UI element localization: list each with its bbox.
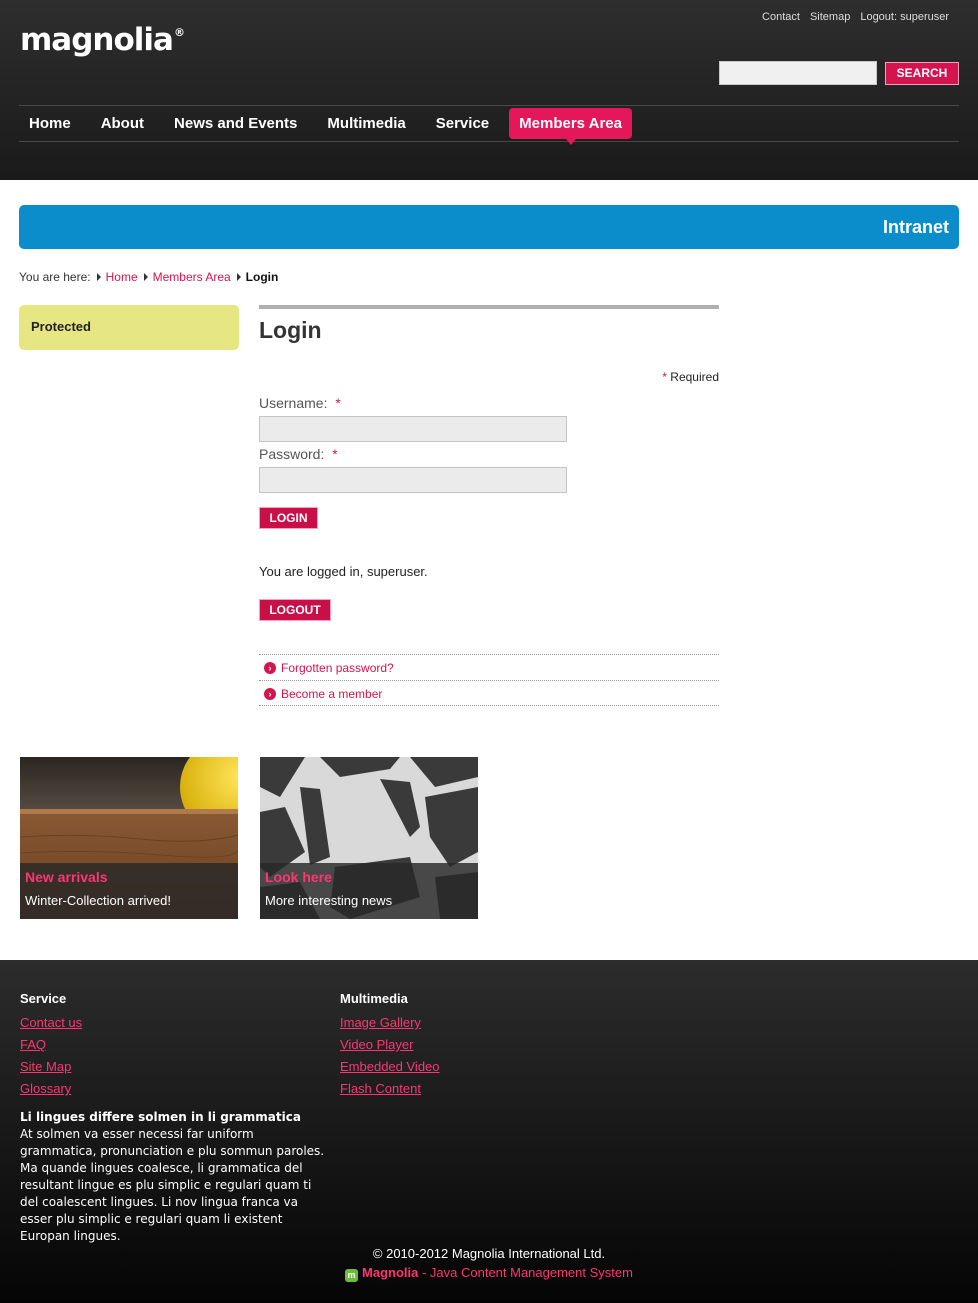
main-nav: Home About News and Events Multimedia Se… — [19, 105, 959, 145]
nav-item-service[interactable]: Service — [426, 108, 499, 139]
forgotten-password-link[interactable]: › Forgotten password? — [259, 654, 719, 680]
footer-link-video-player[interactable]: Video Player — [340, 1034, 440, 1056]
intranet-banner: Intranet — [19, 205, 959, 249]
meta-nav-contact[interactable]: Contact — [762, 11, 800, 23]
logo-registered-mark: ® — [173, 26, 185, 39]
footer-link-faq[interactable]: FAQ — [20, 1034, 82, 1056]
site-header: magnolia® Contact Sitemap Logout: superu… — [0, 0, 978, 180]
nav-item-about[interactable]: About — [91, 108, 154, 139]
logged-in-message: You are logged in, superuser. — [259, 564, 428, 579]
powered-brand: Magnolia — [362, 1265, 419, 1280]
protected-box: Protected — [19, 305, 239, 350]
teaser-title: Look here — [265, 869, 332, 885]
logo-text: magnolia — [20, 22, 174, 58]
nav-item-multimedia[interactable]: Multimedia — [317, 108, 415, 139]
teaser-new-arrivals[interactable]: New arrivals Winter-Collection arrived! — [20, 757, 238, 919]
required-note: * Required — [662, 370, 719, 384]
footer-link-flash-content[interactable]: Flash Content — [340, 1078, 440, 1100]
meta-nav-sitemap[interactable]: Sitemap — [810, 11, 850, 23]
teaser-caption: New arrivals Winter-Collection arrived! — [20, 863, 238, 919]
username-label-text: Username: — [259, 395, 328, 411]
copyright: © 2010-2012 Magnolia International Ltd. — [372, 1246, 606, 1261]
search-input[interactable] — [719, 61, 877, 85]
footer-link-glossary[interactable]: Glossary — [20, 1078, 82, 1100]
meta-nav: Contact Sitemap Logout: superuser — [762, 11, 949, 23]
footer-heading: Service — [20, 991, 67, 1006]
footer-link-embedded-video[interactable]: Embedded Video — [340, 1056, 440, 1078]
password-label-text: Password: — [259, 446, 325, 462]
breadcrumb: You are here: Home Members Area Login — [19, 270, 278, 284]
teaser-title: New arrivals — [25, 869, 108, 885]
teaser-caption: Look here More interesting news — [260, 863, 478, 919]
arrow-circle-icon: › — [264, 687, 276, 700]
breadcrumb-link-members-area[interactable]: Members Area — [153, 270, 231, 284]
footer-text-title: Li lingues differe solmen in li grammati… — [20, 1110, 301, 1124]
link-list-divider — [259, 705, 719, 706]
logout-button[interactable]: LOGOUT — [259, 599, 331, 621]
teaser-text: More interesting news — [265, 893, 393, 908]
teaser-look-here[interactable]: Look here More interesting news — [260, 757, 478, 919]
username-field[interactable] — [259, 416, 567, 442]
footer-link-site-map[interactable]: Site Map — [20, 1056, 82, 1078]
nav-item-members-area[interactable]: Members Area — [509, 108, 632, 145]
footer-heading: Multimedia — [340, 991, 408, 1006]
become-member-label: Become a member — [281, 686, 383, 701]
magnolia-logo[interactable]: magnolia® — [20, 22, 185, 58]
powered-by[interactable]: m Magnolia - Java Content Management Syst… — [0, 1265, 978, 1282]
breadcrumb-prefix: You are here: — [19, 270, 91, 284]
breadcrumb-current: Login — [245, 270, 279, 284]
footer-text-block: Li lingues differe solmen in li grammati… — [20, 1109, 325, 1245]
username-label: Username: * — [259, 395, 341, 411]
footer-link-contact-us[interactable]: Contact us — [20, 1012, 82, 1034]
required-star: * — [662, 370, 667, 384]
login-button[interactable]: LOGIN — [259, 507, 318, 529]
search-button[interactable]: SEARCH — [885, 62, 959, 85]
login-area: Login * Required Username: * Password: *… — [259, 305, 719, 706]
password-required-star: * — [332, 446, 338, 462]
password-label: Password: * — [259, 446, 338, 462]
footer-column-multimedia: Multimedia Image Gallery Video Player Em… — [340, 991, 440, 1100]
breadcrumb-link-home[interactable]: Home — [106, 270, 138, 284]
footer-text-body: At solmen va esser necessi far uniform g… — [20, 1127, 325, 1243]
protected-label: Protected — [31, 319, 91, 334]
arrow-circle-icon: › — [264, 661, 276, 674]
password-field[interactable] — [259, 467, 567, 493]
nav-item-home[interactable]: Home — [19, 108, 81, 139]
nav-item-news-and-events[interactable]: News and Events — [164, 108, 307, 139]
magnolia-icon: m — [345, 1269, 359, 1282]
site-footer: Service Contact us FAQ Site Map Glossary… — [0, 960, 978, 1303]
forgotten-password-label: Forgotten password? — [281, 660, 394, 675]
page-title: Login — [259, 317, 322, 343]
teaser-text: Winter-Collection arrived! — [25, 893, 171, 908]
become-member-link[interactable]: › Become a member — [259, 680, 719, 706]
required-label: Required — [670, 370, 719, 384]
login-divider — [259, 305, 719, 309]
meta-nav-logout[interactable]: Logout: superuser — [860, 11, 949, 23]
footer-column-service: Service Contact us FAQ Site Map Glossary — [20, 991, 82, 1100]
breadcrumb-arrow-icon — [96, 273, 101, 281]
intranet-title: Intranet — [882, 217, 949, 237]
breadcrumb-arrow-icon — [236, 273, 241, 281]
username-required-star: * — [335, 395, 341, 411]
breadcrumb-arrow-icon — [143, 273, 148, 281]
footer-link-image-gallery[interactable]: Image Gallery — [340, 1012, 440, 1034]
powered-suffix: - Java Content Management System — [418, 1265, 633, 1280]
